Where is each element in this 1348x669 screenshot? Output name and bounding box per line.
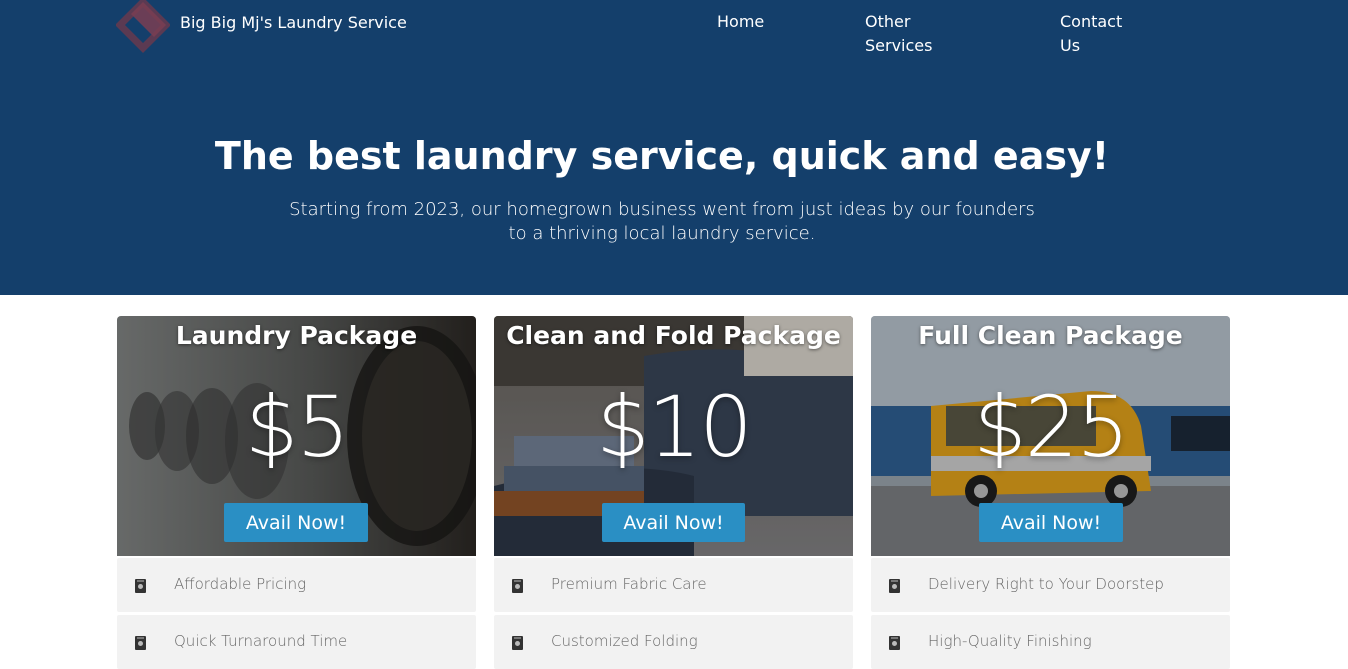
feature-item: Affordable Pricing bbox=[117, 558, 476, 612]
feature-label: Premium Fabric Care bbox=[551, 575, 707, 593]
package-price: $10 bbox=[596, 378, 752, 476]
brand-name[interactable]: Big Big Mj's Laundry Service bbox=[180, 13, 407, 32]
feature-label: Affordable Pricing bbox=[174, 575, 307, 593]
package-title: Laundry Package bbox=[175, 321, 418, 350]
package-card-full-clean: Full Clean Package $25 Avail Now! Delive… bbox=[871, 316, 1230, 669]
nav-contact-us-link[interactable]: Contact Us bbox=[1060, 10, 1130, 58]
package-price: $25 bbox=[973, 378, 1129, 476]
diamond-logo-icon[interactable] bbox=[116, 0, 170, 54]
washing-machine-icon bbox=[512, 579, 523, 593]
hero-subtitle: Starting from 2023, our homegrown busine… bbox=[289, 199, 1035, 244]
feature-label: High-Quality Finishing bbox=[928, 632, 1092, 650]
washing-machine-icon bbox=[135, 579, 146, 593]
package-image-van: Full Clean Package $25 Avail Now! bbox=[871, 316, 1230, 556]
package-title: Clean and Fold Package bbox=[506, 321, 841, 350]
washing-machine-icon bbox=[889, 636, 900, 650]
avail-now-button[interactable]: Avail Now! bbox=[602, 503, 745, 542]
package-price: $5 bbox=[245, 378, 350, 476]
washing-machine-icon bbox=[889, 579, 900, 593]
nav-home-link[interactable]: Home bbox=[717, 10, 764, 34]
package-title: Full Clean Package bbox=[918, 321, 1183, 350]
package-image-laundromat: Laundry Package $5 Avail Now! bbox=[117, 316, 476, 556]
nav-other-services-link[interactable]: Other Services bbox=[865, 10, 945, 58]
feature-label: Customized Folding bbox=[551, 632, 698, 650]
hero-title: The best laundry service, quick and easy… bbox=[214, 134, 1110, 178]
package-card-clean-and-fold: Clean and Fold Package $10 Avail Now! Pr… bbox=[494, 316, 853, 669]
package-card-laundry: Laundry Package $5 Avail Now! Affordable… bbox=[117, 316, 476, 669]
feature-item: Delivery Right to Your Doorstep bbox=[871, 558, 1230, 612]
feature-label: Delivery Right to Your Doorstep bbox=[928, 575, 1164, 593]
washing-machine-icon bbox=[135, 636, 146, 650]
feature-item: High-Quality Finishing bbox=[871, 615, 1230, 669]
avail-now-button[interactable]: Avail Now! bbox=[979, 503, 1123, 542]
feature-item: Quick Turnaround Time bbox=[117, 615, 476, 669]
avail-now-button[interactable]: Avail Now! bbox=[224, 503, 368, 542]
package-image-folding: Clean and Fold Package $10 Avail Now! bbox=[494, 316, 853, 556]
feature-label: Quick Turnaround Time bbox=[174, 632, 348, 650]
feature-item: Premium Fabric Care bbox=[494, 558, 853, 612]
feature-item: Customized Folding bbox=[494, 615, 853, 669]
hero-banner: Big Big Mj's Laundry Service Home Other … bbox=[0, 0, 1348, 295]
washing-machine-icon bbox=[512, 636, 523, 650]
